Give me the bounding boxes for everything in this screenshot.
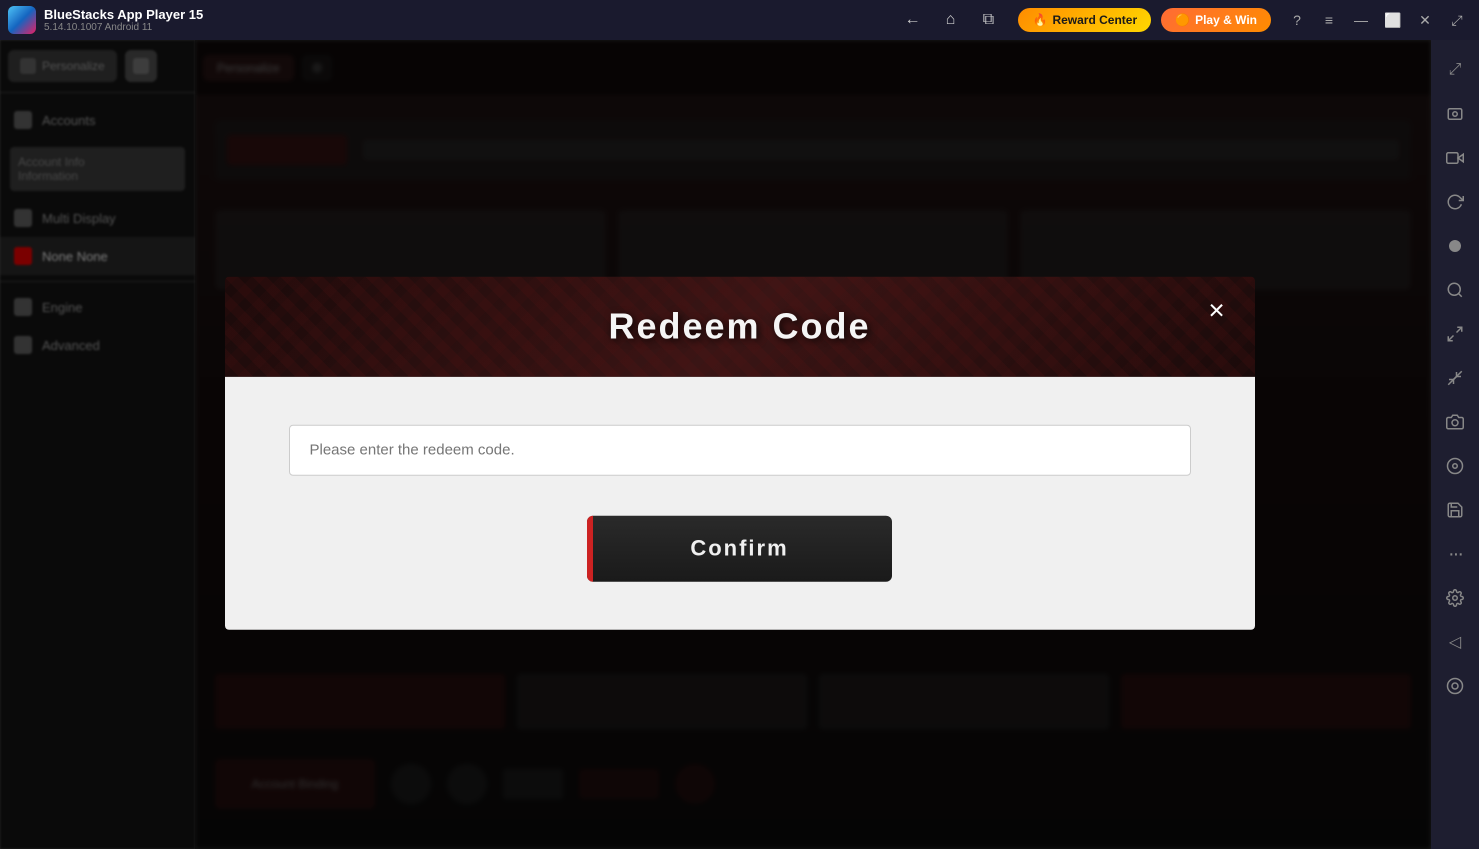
reward-center-button[interactable]: 🔥 Reward Center xyxy=(1018,8,1151,32)
window-controls: ? ≡ — ⬜ ✕ ⤢ xyxy=(1283,6,1471,34)
redeem-code-input[interactable] xyxy=(289,424,1191,475)
menu-button[interactable]: ≡ xyxy=(1315,6,1343,34)
confirm-button[interactable]: Confirm xyxy=(587,515,892,581)
gyro-icon[interactable] xyxy=(1437,448,1473,484)
resize-icon[interactable] xyxy=(1437,316,1473,352)
save-icon[interactable] xyxy=(1437,492,1473,528)
more-icon[interactable]: ··· xyxy=(1437,536,1473,572)
search-icon[interactable] xyxy=(1437,272,1473,308)
screenshot-icon[interactable] xyxy=(1437,96,1473,132)
resize2-icon[interactable] xyxy=(1437,360,1473,396)
settings-icon[interactable] xyxy=(1437,580,1473,616)
title-bar: BlueStacks App Player 15 5.14.10.1007 An… xyxy=(0,0,1479,40)
play-win-button[interactable]: 🟠 Play & Win xyxy=(1161,8,1271,32)
modal-title: Redeem Code xyxy=(608,305,870,347)
maximize-button[interactable]: ⬜ xyxy=(1379,6,1407,34)
modal-close-button[interactable]: × xyxy=(1199,292,1235,328)
help-button[interactable]: ? xyxy=(1283,6,1311,34)
app-name: BlueStacks App Player 15 xyxy=(44,7,882,22)
close-button[interactable]: ✕ xyxy=(1411,6,1439,34)
redeem-code-modal: Redeem Code × Confirm xyxy=(225,276,1255,629)
multi-button[interactable]: ⧉ xyxy=(974,6,1002,34)
virtual-icon[interactable] xyxy=(1437,668,1473,704)
record-icon[interactable] xyxy=(1437,228,1473,264)
home-button[interactable]: ⌂ xyxy=(936,6,964,34)
sidebar-right: ⤢ xyxy=(1431,40,1479,849)
modal-header: Redeem Code × xyxy=(225,276,1255,376)
camera-record-icon[interactable] xyxy=(1437,404,1473,440)
minimize-button[interactable]: — xyxy=(1347,6,1375,34)
refresh-icon[interactable] xyxy=(1437,184,1473,220)
sidebar-left: Personalize Accounts Account InfoInforma… xyxy=(0,40,195,849)
expand-icon[interactable]: ⤢ xyxy=(1437,52,1473,88)
expand-button[interactable]: ⤢ xyxy=(1443,6,1471,34)
app-version: 5.14.10.1007 Android 11 xyxy=(44,22,882,33)
bluestacks-logo xyxy=(8,6,36,34)
video-icon[interactable] xyxy=(1437,140,1473,176)
collapse-icon[interactable]: ◁ xyxy=(1437,624,1473,660)
app-info: BlueStacks App Player 15 5.14.10.1007 An… xyxy=(44,7,882,33)
modal-body: Confirm xyxy=(225,376,1255,629)
nav-icons: ← ⌂ ⧉ xyxy=(898,6,1002,34)
back-button[interactable]: ← xyxy=(898,6,926,34)
